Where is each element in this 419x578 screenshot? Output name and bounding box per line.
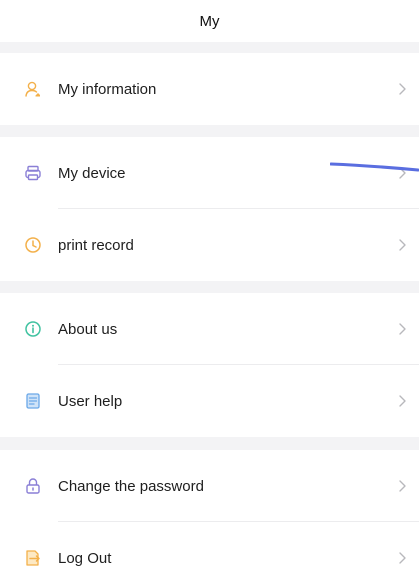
- chevron-right-icon: [399, 239, 406, 251]
- printer-icon: [24, 164, 42, 182]
- chevron-right-icon: [399, 395, 406, 407]
- section-separator: [0, 42, 419, 53]
- menu-item-user-help[interactable]: User help: [0, 365, 419, 437]
- clock-icon: [24, 236, 42, 254]
- user-icon: [24, 80, 42, 98]
- section-separator: [0, 437, 419, 450]
- lock-icon: [24, 477, 42, 495]
- menu-item-log-out[interactable]: Log Out: [0, 522, 419, 578]
- page-header: My: [0, 0, 419, 42]
- menu-item-change-password[interactable]: Change the password: [0, 450, 419, 522]
- page-title: My: [199, 12, 220, 30]
- info-icon: [24, 320, 42, 338]
- chevron-right-icon: [399, 323, 406, 335]
- chevron-right-icon: [399, 167, 406, 179]
- menu-item-print-record[interactable]: print record: [0, 209, 419, 281]
- menu-item-about-us[interactable]: About us: [0, 293, 419, 365]
- menu-item-label: About us: [58, 320, 118, 338]
- chevron-right-icon: [399, 480, 406, 492]
- menu-item-label: print record: [58, 236, 134, 254]
- menu-item-label: Change the password: [58, 477, 204, 495]
- menu-item-my-information[interactable]: My information: [0, 53, 419, 125]
- menu-item-label: Log Out: [58, 549, 112, 567]
- section-separator: [0, 281, 419, 293]
- menu-item-label: My information: [58, 80, 157, 98]
- menu-item-my-device[interactable]: My device: [0, 137, 419, 209]
- document-icon: [24, 392, 42, 410]
- logout-icon: [24, 549, 42, 567]
- chevron-right-icon: [399, 83, 406, 95]
- menu-item-label: My device: [58, 164, 126, 182]
- section-separator: [0, 125, 419, 137]
- menu-item-label: User help: [58, 392, 123, 410]
- chevron-right-icon: [399, 552, 406, 564]
- my-page: My My information My device print record…: [0, 0, 419, 578]
